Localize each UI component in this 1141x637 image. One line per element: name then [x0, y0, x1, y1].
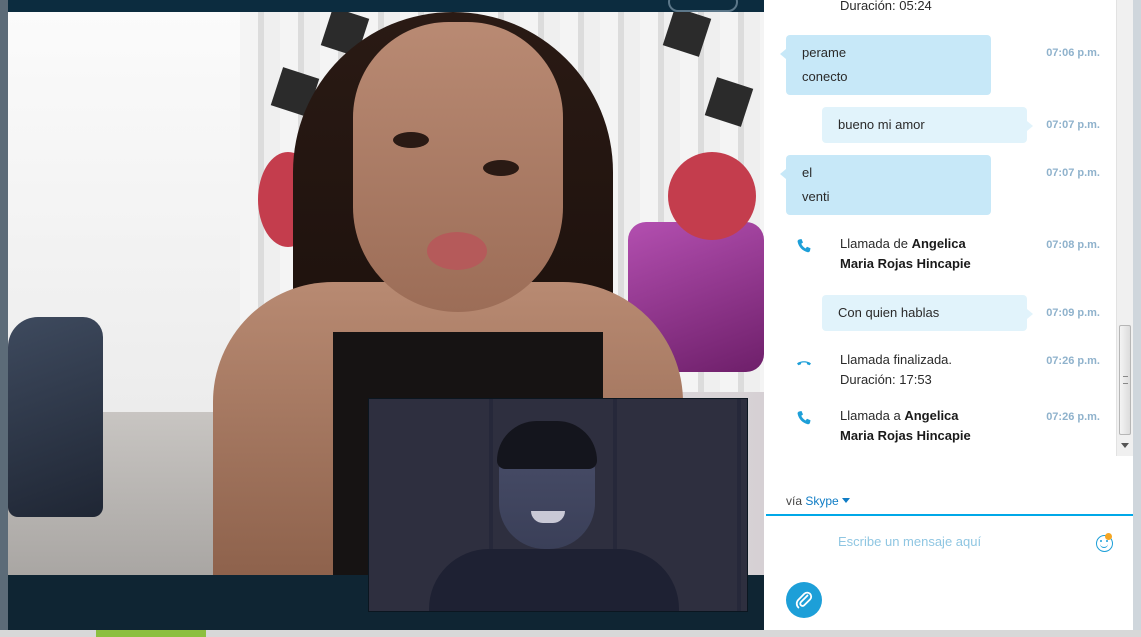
compose-divider — [766, 514, 1141, 516]
via-service-link[interactable]: Skype — [805, 494, 838, 508]
call-prefix: Llamada a — [840, 408, 905, 423]
self-body — [429, 549, 679, 611]
video-background-bag — [8, 317, 103, 517]
call-prefix: Llamada de — [840, 236, 912, 251]
message-row: Con quien hablas 07:09 p.m. — [764, 295, 1116, 331]
call-summary-partial: Duración: 05:24 — [764, 0, 1116, 16]
message-timestamp: 07:26 p.m. — [1046, 355, 1100, 367]
participant-face — [353, 22, 563, 312]
message-timestamp: 07:07 p.m. — [1046, 119, 1100, 131]
call-duration-text: Duración: 05:24 — [840, 0, 932, 13]
incoming-message-bubble[interactable]: el venti — [780, 155, 991, 215]
contact-name: Maria Rojas Hincapie — [840, 256, 971, 271]
contact-name: Angelica — [904, 408, 959, 423]
emoticon-badge-icon — [1105, 533, 1112, 540]
outgoing-message-bubble[interactable]: Con quien hablas — [822, 295, 1033, 331]
call-event-text: Llamada de Angelica Maria Rojas Hincapie — [840, 234, 971, 274]
message-line: bueno mi amor — [838, 117, 925, 132]
message-timestamp: 07:26 p.m. — [1046, 411, 1100, 423]
chevron-down-icon[interactable] — [841, 498, 850, 503]
phone-icon — [797, 411, 811, 425]
message-row: bueno mi amor 07:07 p.m. — [764, 107, 1116, 143]
message-timestamp: 07:07 p.m. — [1046, 167, 1100, 179]
scrollbar-thumb[interactable] — [1119, 325, 1131, 435]
window-edge — [1133, 0, 1141, 630]
message-timestamp: 07:06 p.m. — [1046, 47, 1100, 59]
outgoing-message-bubble[interactable]: bueno mi amor — [822, 107, 1033, 143]
message-row: el venti 07:07 p.m. — [764, 155, 1116, 215]
participant-mouth — [427, 232, 487, 270]
skype-logo-icon — [668, 0, 738, 12]
scrollbar-grip-icon — [1123, 376, 1128, 384]
paperclip-icon — [795, 591, 813, 609]
self-video-preview[interactable] — [368, 398, 748, 612]
contact-name: Maria Rojas Hincapie — [840, 428, 971, 443]
chat-pane: Duración: 05:24 perame conecto 07:06 p.m… — [764, 0, 1141, 630]
message-input[interactable] — [838, 530, 1088, 552]
via-label: vía — [786, 494, 803, 508]
message-line: venti — [802, 189, 830, 204]
call-event-text: Llamada a Angelica Maria Rojas Hincapie — [840, 406, 971, 446]
participant-eye — [393, 132, 429, 148]
call-event-text: Llamada finalizada. Duración: 17:53 — [840, 350, 952, 390]
message-timestamp: 07:08 p.m. — [1046, 239, 1100, 251]
call-event-row: Llamada a Angelica Maria Rojas Hincapie … — [764, 406, 1116, 450]
phone-icon — [797, 239, 811, 253]
message-line: Con quien hablas — [838, 305, 940, 320]
message-line: conecto — [802, 69, 848, 84]
video-call-pane — [8, 0, 764, 630]
call-event-row: Llamada de Angelica Maria Rojas Hincapie… — [764, 234, 1116, 278]
video-top-bar — [8, 0, 764, 12]
participant-eye — [483, 160, 519, 176]
message-scrollbar[interactable] — [1116, 0, 1133, 456]
message-timestamp: 07:09 p.m. — [1046, 307, 1100, 319]
call-duration: Duración: 17:53 — [840, 372, 932, 387]
message-line: perame — [802, 45, 847, 60]
incoming-message-bubble[interactable]: perame conecto — [780, 35, 991, 95]
message-history: Duración: 05:24 perame conecto 07:06 p.m… — [764, 0, 1118, 456]
call-status: Llamada finalizada. — [840, 352, 953, 367]
call-event-row: Llamada finalizada. Duración: 17:53 07:2… — [764, 350, 1116, 394]
message-row: perame conecto 07:06 p.m. — [764, 35, 1116, 95]
scroll-down-arrow-icon[interactable] — [1121, 443, 1129, 448]
contact-name: Angelica — [911, 236, 966, 251]
hang-up-icon — [797, 361, 811, 366]
attach-file-button[interactable] — [786, 582, 822, 618]
via-service-selector[interactable]: vía Skype — [786, 494, 850, 508]
skype-window: Duración: 05:24 perame conecto 07:06 p.m… — [0, 0, 1141, 637]
message-line: el — [802, 165, 813, 180]
taskbar-indicator — [96, 630, 206, 637]
